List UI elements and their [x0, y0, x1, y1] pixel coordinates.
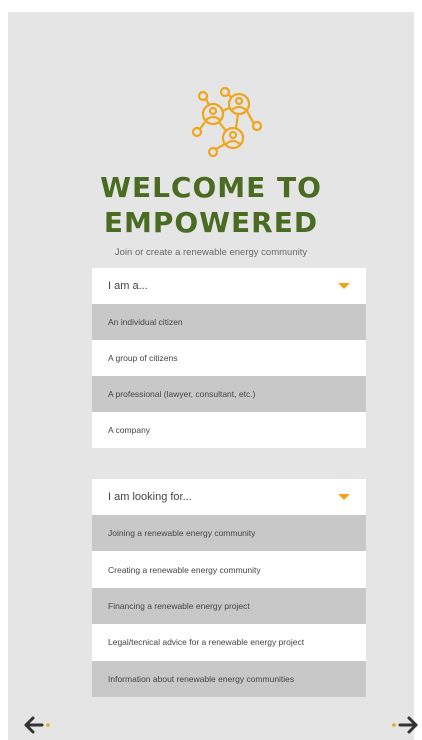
community-network-icon: [191, 86, 263, 158]
goal-dropdown-toggle[interactable]: I am looking for...: [92, 479, 366, 515]
goal-dropdown-label: I am looking for...: [108, 491, 192, 503]
app-name-title: EMPOWERED: [103, 206, 319, 239]
role-option-professional[interactable]: A professional (lawyer, consultant, etc.…: [92, 376, 366, 412]
role-option-company[interactable]: A company: [92, 412, 366, 448]
goal-option-financing[interactable]: Financing a renewable energy project: [92, 587, 366, 625]
goal-option-creating[interactable]: Creating a renewable energy community: [92, 551, 366, 588]
goal-option-information[interactable]: Information about renewable energy commu…: [92, 660, 366, 697]
goal-option-legal-advice[interactable]: Legal/tecnical advice for a renewable en…: [92, 624, 366, 661]
goal-dropdown: I am looking for... Joining a renewable …: [92, 479, 366, 697]
welcome-screen: WELCOME TO EMPOWERED Join or create a re…: [8, 12, 418, 740]
role-dropdown: I am a... An individual citizen A group …: [92, 268, 366, 448]
role-option-group[interactable]: A group of citizens: [92, 340, 366, 376]
role-dropdown-toggle[interactable]: I am a...: [92, 268, 366, 304]
chevron-down-icon[interactable]: [338, 494, 350, 500]
role-dropdown-label: I am a...: [108, 280, 148, 292]
goal-option-joining[interactable]: Joining a renewable energy community: [92, 515, 366, 552]
welcome-title: WELCOME TO: [100, 171, 322, 204]
arrow-right-icon[interactable]: [390, 714, 420, 736]
subtitle: Join or create a renewable energy commun…: [114, 247, 308, 258]
role-option-individual[interactable]: An individual citizen: [92, 304, 366, 340]
arrow-left-icon[interactable]: [22, 714, 52, 736]
chevron-down-icon[interactable]: [338, 283, 350, 289]
